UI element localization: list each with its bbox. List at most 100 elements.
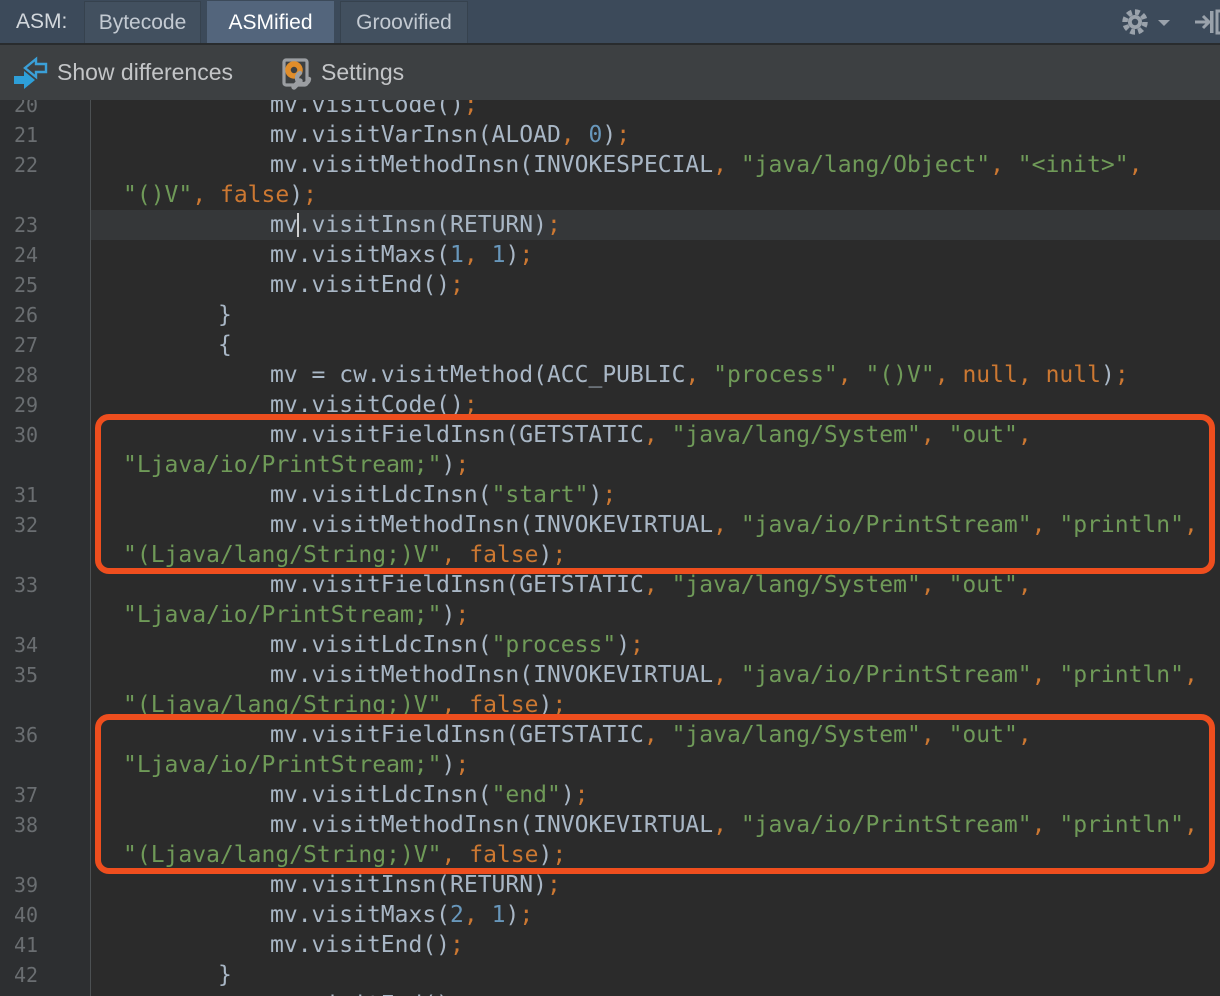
code-line-41[interactable]: 41mv.visitEnd(); <box>0 930 1220 960</box>
code-text: mv.visitCode(); <box>91 100 478 120</box>
code-line-wrap[interactable]: "Ljava/io/PrintStream;"); <box>0 450 1220 480</box>
code-line-34[interactable]: 34mv.visitLdcInsn("process"); <box>0 630 1220 660</box>
show-differences-button[interactable]: Show differences <box>12 45 233 100</box>
code-line-28[interactable]: 28mv = cw.visitMethod(ACC_PUBLIC, "proce… <box>0 360 1220 390</box>
code-text: mv = cw.visitMethod(ACC_PUBLIC, "process… <box>91 360 1129 390</box>
line-number: 28 <box>0 360 91 390</box>
line-number: 39 <box>0 870 91 900</box>
tab-groovified[interactable]: Groovified <box>340 1 468 43</box>
code-line-31[interactable]: 31mv.visitLdcInsn("start"); <box>0 480 1220 510</box>
code-text: mv.visitFieldInsn(GETSTATIC, "java/lang/… <box>91 570 1032 600</box>
diff-arrows-icon <box>12 55 48 91</box>
code-text: "Ljava/io/PrintStream;"); <box>91 450 469 480</box>
code-line-27[interactable]: 27{ <box>0 330 1220 360</box>
code-line-36[interactable]: 36mv.visitFieldInsn(GETSTATIC, "java/lan… <box>0 720 1220 750</box>
line-number: 37 <box>0 780 91 810</box>
settings-button[interactable]: Settings <box>280 45 404 100</box>
code-text: cw.visitEnd(); <box>91 990 464 996</box>
line-number: 26 <box>0 300 91 330</box>
line-number: 32 <box>0 510 91 540</box>
line-number: 35 <box>0 660 91 690</box>
code-text: "()V", false); <box>91 180 317 210</box>
code-line-23[interactable]: 23mv.visitInsn(RETURN); <box>0 210 1220 240</box>
code-line-20[interactable]: 20mv.visitCode(); <box>0 100 1220 120</box>
line-number: 31 <box>0 480 91 510</box>
code-text: "Ljava/io/PrintStream;"); <box>91 750 469 780</box>
line-number: 20 <box>0 100 91 120</box>
code-line-25[interactable]: 25mv.visitEnd(); <box>0 270 1220 300</box>
code-text: mv.visitMethodInsn(INVOKESPECIAL, "java/… <box>91 150 1142 180</box>
code-line-29[interactable]: 29mv.visitCode(); <box>0 390 1220 420</box>
code-line-32[interactable]: 32mv.visitMethodInsn(INVOKEVIRTUAL, "jav… <box>0 510 1220 540</box>
gear-icon[interactable] <box>1120 7 1150 37</box>
code-text: mv.visitInsn(RETURN); <box>91 870 561 900</box>
code-text: mv.visitMaxs(2, 1); <box>91 900 533 930</box>
line-number: 33 <box>0 570 91 600</box>
code-text: mv.visitFieldInsn(GETSTATIC, "java/lang/… <box>91 420 1032 450</box>
line-number: 38 <box>0 810 91 840</box>
code-line-35[interactable]: 35mv.visitMethodInsn(INVOKEVIRTUAL, "jav… <box>0 660 1220 690</box>
code-text: mv.visitMaxs(1, 1); <box>91 240 533 270</box>
code-line-37[interactable]: 37mv.visitLdcInsn("end"); <box>0 780 1220 810</box>
code-line-39[interactable]: 39mv.visitInsn(RETURN); <box>0 870 1220 900</box>
line-number: 43 <box>0 990 91 996</box>
code-rows: 20mv.visitCode();21mv.visitVarInsn(ALOAD… <box>0 100 1220 996</box>
code-line-26[interactable]: 26} <box>0 300 1220 330</box>
code-line-wrap[interactable]: "()V", false); <box>0 180 1220 210</box>
tab-bytecode[interactable]: Bytecode <box>84 1 201 43</box>
line-number: 30 <box>0 420 91 450</box>
tab-asmified[interactable]: ASMified <box>207 1 334 43</box>
tab-asmified-label: ASMified <box>228 11 312 34</box>
code-line-wrap[interactable]: "(Ljava/lang/String;)V", false); <box>0 540 1220 570</box>
code-text: { <box>91 330 232 360</box>
code-text: "(Ljava/lang/String;)V", false); <box>91 840 566 870</box>
line-number: 34 <box>0 630 91 660</box>
tab-bytecode-label: Bytecode <box>99 11 187 34</box>
code-text: "(Ljava/lang/String;)V", false); <box>91 540 566 570</box>
code-line-22[interactable]: 22mv.visitMethodInsn(INVOKESPECIAL, "jav… <box>0 150 1220 180</box>
code-line-42[interactable]: 42} <box>0 960 1220 990</box>
line-number: 23 <box>0 210 91 240</box>
code-editor[interactable]: 20mv.visitCode();21mv.visitVarInsn(ALOAD… <box>0 100 1220 996</box>
tab-bar: ASM: Bytecode ASMified Groovified <box>0 0 1220 43</box>
code-text: } <box>91 960 232 990</box>
code-line-33[interactable]: 33mv.visitFieldInsn(GETSTATIC, "java/lan… <box>0 570 1220 600</box>
code-text: mv.visitMethodInsn(INVOKEVIRTUAL, "java/… <box>91 660 1198 690</box>
code-text: mv.visitLdcInsn("process"); <box>91 630 644 660</box>
code-line-43[interactable]: 43cw.visitEnd(); <box>0 990 1220 996</box>
code-text: mv.visitMethodInsn(INVOKEVIRTUAL, "java/… <box>91 810 1198 840</box>
code-text: mv.visitCode(); <box>91 390 478 420</box>
code-text: mv.visitVarInsn(ALOAD, 0); <box>91 120 630 150</box>
code-text: mv.visitEnd(); <box>91 930 464 960</box>
show-differences-label: Show differences <box>57 59 233 86</box>
code-line-wrap[interactable]: "Ljava/io/PrintStream;"); <box>0 600 1220 630</box>
panel-title: ASM: <box>16 0 67 43</box>
settings-label: Settings <box>321 59 404 86</box>
chevron-down-icon[interactable] <box>1158 20 1170 26</box>
code-text: } <box>91 300 232 330</box>
line-number: 24 <box>0 240 91 270</box>
code-text: mv.visitFieldInsn(GETSTATIC, "java/lang/… <box>91 720 1032 750</box>
code-text: mv.visitLdcInsn("end"); <box>91 780 589 810</box>
line-number: 21 <box>0 120 91 150</box>
line-number: 25 <box>0 270 91 300</box>
code-text: mv.visitLdcInsn("start"); <box>91 480 616 510</box>
code-line-21[interactable]: 21mv.visitVarInsn(ALOAD, 0); <box>0 120 1220 150</box>
line-number: 29 <box>0 390 91 420</box>
code-text: mv.visitInsn(RETURN); <box>91 210 561 240</box>
code-text: mv.visitMethodInsn(INVOKEVIRTUAL, "java/… <box>91 510 1198 540</box>
code-line-wrap[interactable]: "Ljava/io/PrintStream;"); <box>0 750 1220 780</box>
line-number: 36 <box>0 720 91 750</box>
hide-panel-icon[interactable] <box>1194 8 1220 36</box>
tab-groovified-label: Groovified <box>356 11 452 34</box>
code-line-24[interactable]: 24mv.visitMaxs(1, 1); <box>0 240 1220 270</box>
code-line-wrap[interactable]: "(Ljava/lang/String;)V", false); <box>0 690 1220 720</box>
code-line-30[interactable]: 30mv.visitFieldInsn(GETSTATIC, "java/lan… <box>0 420 1220 450</box>
code-text: "Ljava/io/PrintStream;"); <box>91 600 469 630</box>
code-line-40[interactable]: 40mv.visitMaxs(2, 1); <box>0 900 1220 930</box>
line-number: 22 <box>0 150 91 180</box>
code-line-wrap[interactable]: "(Ljava/lang/String;)V", false); <box>0 840 1220 870</box>
code-line-38[interactable]: 38mv.visitMethodInsn(INVOKEVIRTUAL, "jav… <box>0 810 1220 840</box>
line-number: 40 <box>0 900 91 930</box>
line-number: 42 <box>0 960 91 990</box>
